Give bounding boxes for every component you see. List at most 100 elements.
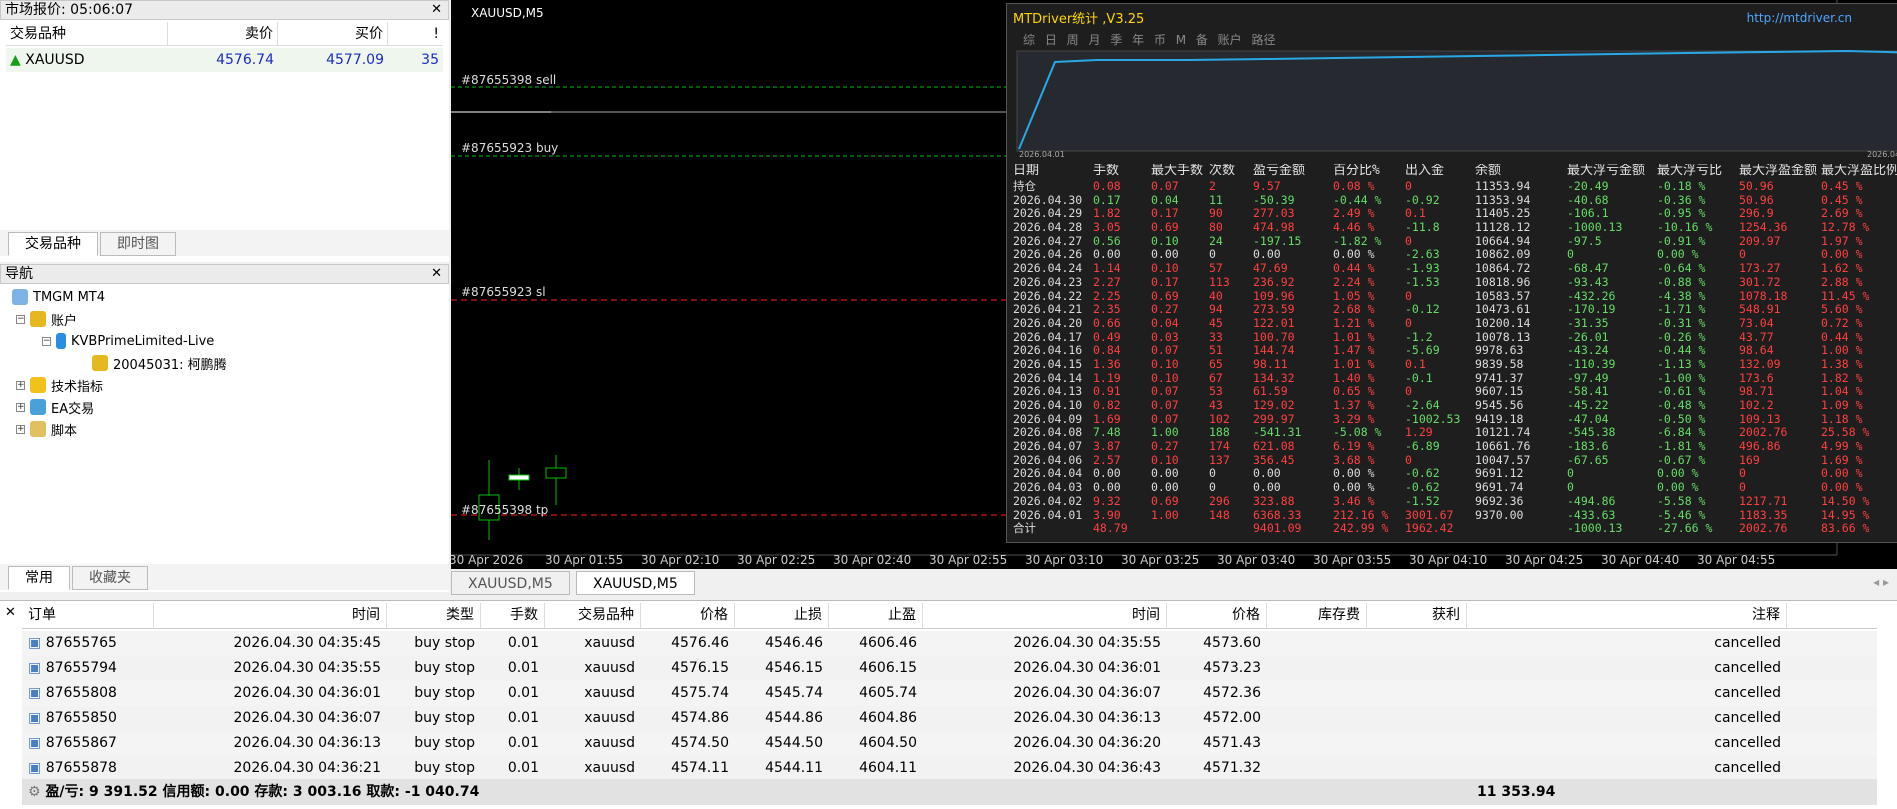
- stats-cell: 236.92: [1253, 275, 1295, 289]
- stats-cell: 盈亏金额: [1253, 164, 1306, 178]
- stats-row: 持仓 0.08 0.07 2 9.57 0.08 % 0 11353.94 -20.49 -0.1…: [1013, 180, 1897, 194]
- market-watch-panel: 市场报价: 05:06:07 ✕ 交易品种 卖价 买价 ! ▲ XAUUSD 45…: [0, 0, 449, 262]
- stats-cell: -183.6: [1567, 440, 1609, 454]
- tree-experts[interactable]: + EA交易: [16, 396, 94, 418]
- order-row[interactable]: ▣ 87655850 2026.04.30 04:36:07 buy stop 0.0…: [22, 706, 1877, 731]
- stats-cell: 0.65 %: [1333, 385, 1375, 399]
- tab-symbols[interactable]: 交易品种: [8, 232, 98, 256]
- order-row[interactable]: ▣ 87655765 2026.04.30 04:35:45 buy stop 0.0…: [22, 631, 1877, 656]
- orders-header: 订单 时间 类型 手数 交易品种 价格 止损 止盈 时间 价格 库存费 获利 注释: [22, 603, 1877, 629]
- orders-col-header[interactable]: 时间: [154, 603, 387, 628]
- tree-scripts[interactable]: + 脚本: [16, 418, 77, 440]
- stats-cell: 94: [1209, 303, 1223, 317]
- tab-tick-chart[interactable]: 即时图: [100, 232, 176, 256]
- order-cell: ▣ 87655878: [22, 756, 154, 781]
- tree-account[interactable]: 20045031: 柯鹏腾: [92, 352, 227, 374]
- orders-col-header[interactable]: 注释: [1467, 603, 1787, 628]
- order-row[interactable]: ▣ 87655808 2026.04.30 04:36:01 buy stop 0.0…: [22, 681, 1877, 706]
- stats-cell: 2026.04.26: [1013, 248, 1083, 262]
- symbol-row[interactable]: ▲ XAUUSD 4576.74 4577.09 35: [6, 48, 443, 72]
- stats-cell: -106.1: [1567, 207, 1609, 221]
- market-watch-header: 交易品种 卖价 买价 !: [6, 22, 443, 46]
- time-tick-label: 30 Apr 02:25: [737, 553, 816, 567]
- stats-cell: 0: [1405, 316, 1412, 330]
- stats-cell: 48.79: [1093, 522, 1128, 536]
- collapse-icon[interactable]: −: [42, 336, 51, 346]
- orders-col-header[interactable]: 库存费: [1267, 603, 1367, 628]
- order-cell: [1267, 731, 1367, 756]
- close-icon[interactable]: ✕: [431, 265, 442, 283]
- close-icon[interactable]: ✕: [5, 605, 16, 620]
- close-icon[interactable]: ✕: [431, 1, 442, 19]
- tab-favorites[interactable]: 收藏夹: [72, 566, 148, 590]
- order-cell: xauusd: [584, 760, 635, 776]
- orders-col-header[interactable]: 手数: [481, 603, 545, 628]
- col-spread[interactable]: !: [388, 22, 443, 45]
- stats-cell: 0.44 %: [1821, 330, 1863, 344]
- expand-icon[interactable]: +: [16, 380, 25, 390]
- stats-cell: 0.56: [1093, 234, 1121, 248]
- order-cell: 2026.04.30 04:36:43: [1013, 760, 1162, 776]
- chart-tab-1[interactable]: XAUUSD,M5: [451, 571, 570, 595]
- stats-cell: [1475, 522, 1567, 536]
- tree-indicators[interactable]: + 技术指标: [16, 374, 103, 396]
- orders-col-header[interactable]: 价格: [1167, 603, 1267, 628]
- orders-col-header[interactable]: 价格: [641, 603, 735, 628]
- price-chart[interactable]: XAUUSD,M5 #87655398 sell #87655923 buy #…: [451, 0, 1897, 569]
- stats-cell: 0.00 %: [1821, 248, 1863, 262]
- stats-cell: 3.68 %: [1333, 453, 1375, 467]
- stats-cell: 0.10: [1151, 234, 1179, 248]
- time-tick-label: 30 Apr 03:40: [1217, 553, 1296, 567]
- col-ask[interactable]: 买价: [278, 22, 388, 45]
- stats-row: 2026.04.26 0.00 0.00 0 0.00 0.00 % -2.63 10862.…: [1013, 248, 1897, 262]
- tree-server[interactable]: − KVBPrimeLimited-Live: [42, 330, 214, 352]
- orders-col-header[interactable]: 交易品种: [545, 603, 641, 628]
- order-cell: 4576.15: [671, 660, 729, 676]
- stats-cell: 173.6: [1739, 371, 1774, 385]
- stats-cell: 173.27: [1739, 262, 1781, 276]
- stats-cell: -1.52: [1405, 494, 1440, 508]
- stats-cell: -494.86: [1567, 494, 1616, 508]
- stats-cell: 0.08 %: [1333, 180, 1375, 193]
- time-tick-label: 30 Apr 04:25: [1505, 553, 1584, 567]
- orders-col-header[interactable]: 止盈: [829, 603, 923, 628]
- collapse-icon[interactable]: −: [16, 314, 25, 324]
- order-icon: ▣: [28, 635, 46, 651]
- stats-cell: 11.45 %: [1821, 289, 1870, 303]
- tree-root[interactable]: TMGM MT4: [12, 286, 105, 308]
- stats-cell: -1.53: [1405, 275, 1440, 289]
- overlay-period-tabs[interactable]: 综 日 周 月 季 年 币 M 备 账户 路径: [1023, 31, 1276, 48]
- stats-cell: 2.27: [1093, 275, 1121, 289]
- stats-cell: 98.64: [1739, 344, 1774, 358]
- stats-cell: 手数: [1093, 164, 1120, 178]
- overlay-url[interactable]: http://mtdriver.cn: [1747, 11, 1852, 25]
- stats-cell: 277.03: [1253, 207, 1295, 221]
- stats-cell: -10.16 %: [1657, 221, 1713, 235]
- col-symbol[interactable]: 交易品种: [6, 22, 168, 45]
- chart-tab-2[interactable]: XAUUSD,M5: [576, 571, 695, 595]
- stats-cell: 0.00: [1093, 248, 1121, 262]
- scroll-arrows-icon[interactable]: ◂ ▸: [1873, 575, 1889, 589]
- order-row[interactable]: ▣ 87655867 2026.04.30 04:36:13 buy stop 0.0…: [22, 731, 1877, 756]
- col-bid[interactable]: 卖价: [168, 22, 278, 45]
- tab-common[interactable]: 常用: [8, 566, 70, 590]
- orders-col-header[interactable]: 时间: [923, 603, 1167, 628]
- orders-col-header[interactable]: 止损: [735, 603, 829, 628]
- stats-row: 2026.04.20 0.66 0.04 45 122.01 1.21 % 0 10200.1…: [1013, 317, 1897, 331]
- stats-cell: 9978.63: [1475, 344, 1524, 358]
- order-row[interactable]: ▣ 87655794 2026.04.30 04:35:55 buy stop 0.0…: [22, 656, 1877, 681]
- tree-accounts[interactable]: − 账户: [16, 308, 77, 330]
- stats-cell: 24: [1209, 234, 1223, 248]
- stats-cell: 1078.18: [1739, 289, 1788, 303]
- stats-cell: 0.04: [1151, 316, 1179, 330]
- stats-cell: 9691.74: [1475, 481, 1524, 495]
- stats-cell: 9839.58: [1475, 357, 1524, 371]
- orders-col-header[interactable]: 类型: [387, 603, 481, 628]
- orders-col-header[interactable]: 获利: [1367, 603, 1467, 628]
- order-row[interactable]: ▣ 87655878 2026.04.30 04:36:21 buy stop 0.0…: [22, 756, 1877, 781]
- expand-icon[interactable]: +: [16, 424, 25, 434]
- orders-col-header[interactable]: 订单: [22, 603, 154, 628]
- stats-cell: 0.00 %: [1333, 248, 1375, 262]
- stats-cell: 188: [1209, 426, 1230, 440]
- expand-icon[interactable]: +: [16, 402, 25, 412]
